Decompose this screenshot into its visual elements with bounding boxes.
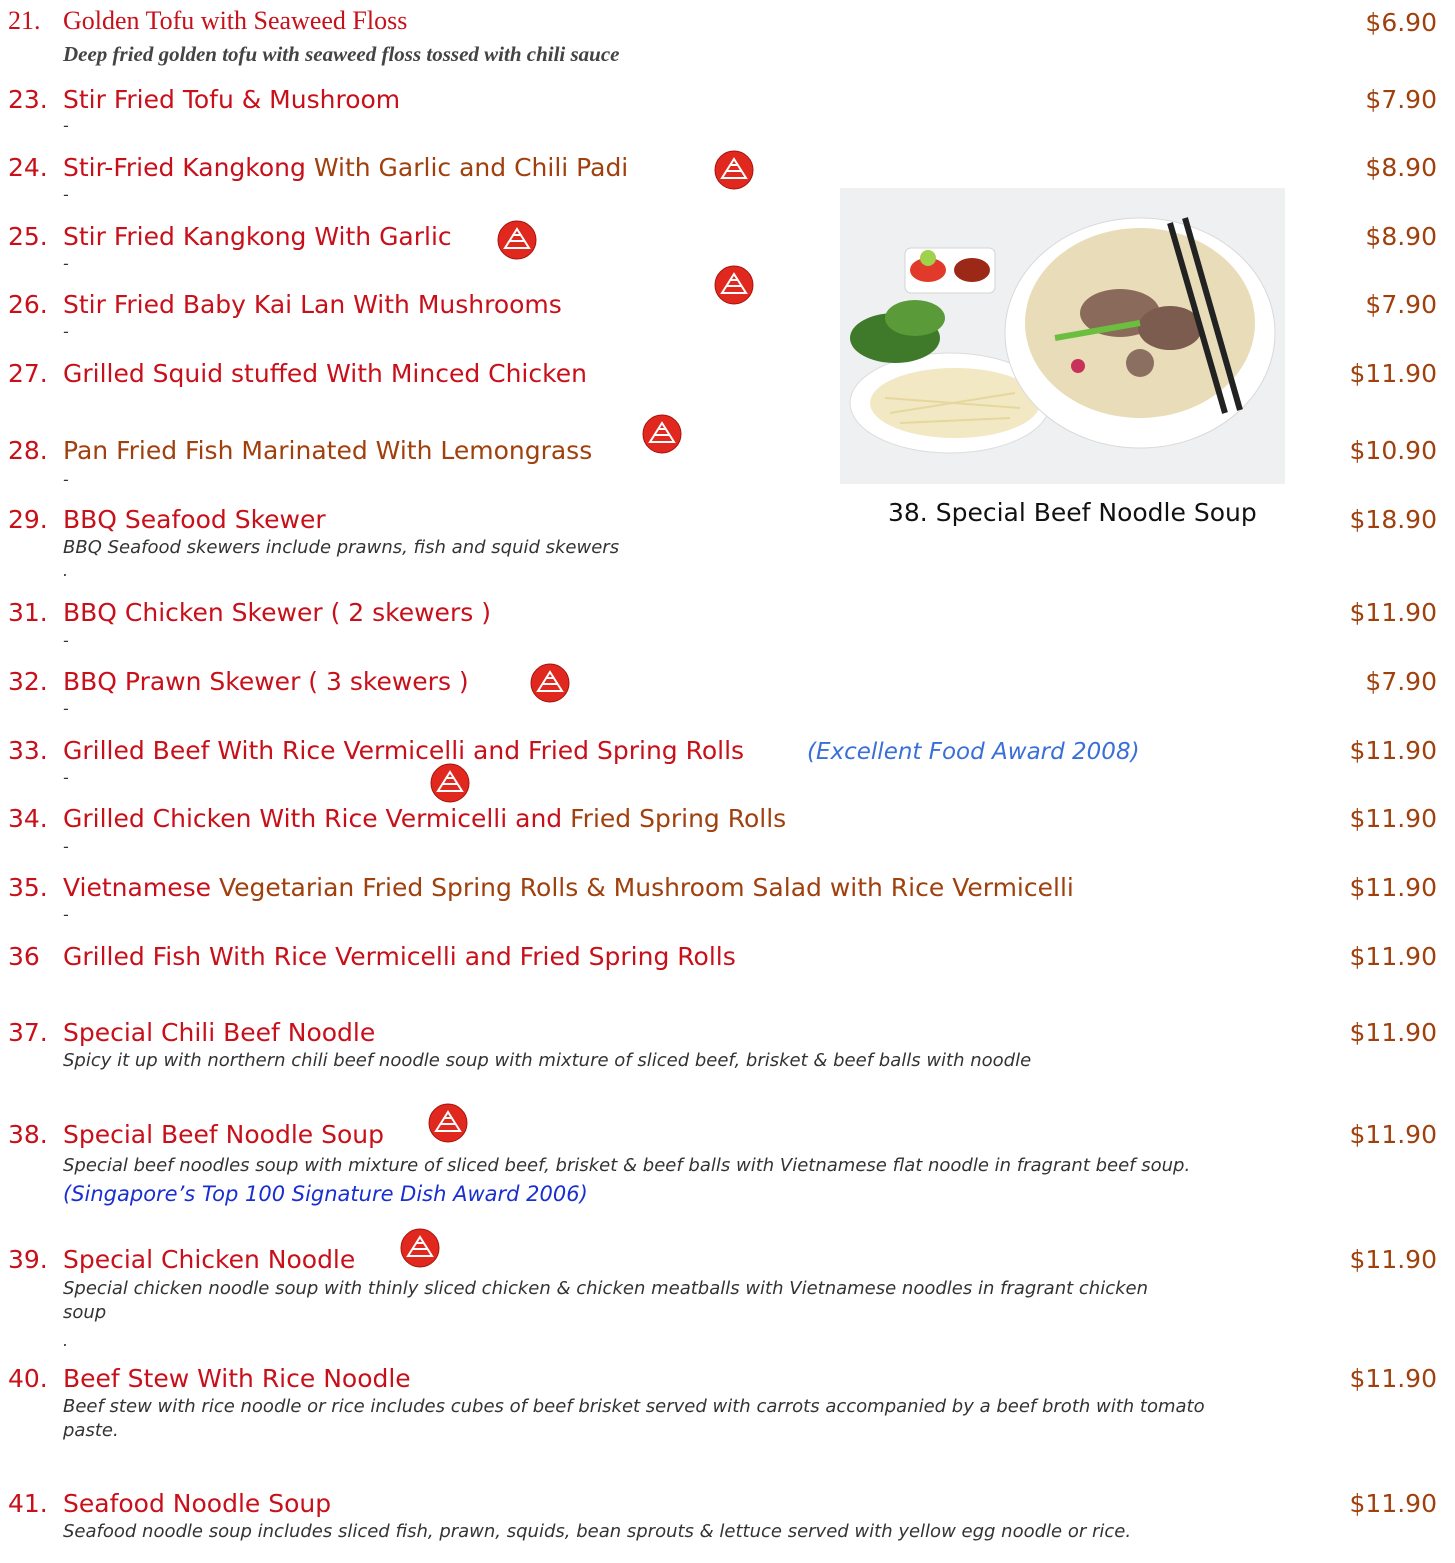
item-name-part: Grilled Chicken With Rice Vermicelli and xyxy=(63,804,563,833)
item-description: Special chicken noodle soup with thinly … xyxy=(63,1278,1149,1323)
item-name: Stir Fried Baby Kai Lan With Mushrooms xyxy=(63,290,562,319)
item-name: Grilled Beef With Rice Vermicelli and Fr… xyxy=(63,736,745,765)
healthier-choice-badge-icon xyxy=(430,763,470,803)
healthier-choice-badge-icon xyxy=(400,1228,440,1268)
item-price: $8.90 xyxy=(1365,222,1437,251)
item-number: 37. xyxy=(8,1018,48,1047)
item-dash: . xyxy=(63,561,69,580)
item-price: $7.90 xyxy=(1365,85,1437,114)
item-number: 21. xyxy=(8,6,41,35)
item-name: Grilled Fish With Rice Vermicelli and Fr… xyxy=(63,942,736,971)
item-number: 26. xyxy=(8,290,48,319)
healthier-choice-badge-icon xyxy=(428,1103,468,1143)
item-number: 31. xyxy=(8,598,48,627)
item-name: Grilled Chicken With Rice Vermicelli and… xyxy=(63,804,786,834)
item-name: Beef Stew With Rice Noodle xyxy=(63,1364,411,1393)
item-price: $11.90 xyxy=(1349,1245,1437,1274)
healthier-choice-badge-icon xyxy=(497,220,537,260)
healthier-choice-badge-icon xyxy=(714,150,754,190)
item-name: Grilled Squid stuffed With Minced Chicke… xyxy=(63,359,587,388)
healthier-choice-badge-icon xyxy=(530,663,570,703)
photo-caption: 38. Special Beef Noodle Soup xyxy=(888,498,1257,527)
healthier-choice-badge-icon xyxy=(642,414,682,454)
item-name-part: With Garlic and Chili Padi xyxy=(305,153,629,182)
item-name: Special Beef Noodle Soup xyxy=(63,1120,384,1149)
item-number: 35. xyxy=(8,873,48,902)
item-name: Special Chicken Noodle xyxy=(63,1245,356,1274)
item-name: Stir Fried Kangkong With Garlic xyxy=(63,222,452,251)
item-dash: - xyxy=(63,185,69,204)
item-name: Golden Tofu with Seaweed Floss xyxy=(63,6,408,35)
award-text: (Excellent Food Award 2008) xyxy=(807,739,1140,765)
item-number: 29. xyxy=(8,505,48,534)
item-price: $18.90 xyxy=(1349,505,1437,534)
item-price: $11.90 xyxy=(1349,804,1437,833)
item-dash: - xyxy=(63,116,69,135)
item-name: Seafood Noodle Soup xyxy=(63,1489,332,1518)
item-description: Spicy it up with northern chili beef noo… xyxy=(63,1050,1032,1071)
item-price: $6.90 xyxy=(1365,8,1437,37)
item-number: 27. xyxy=(8,359,48,388)
item-number: 39. xyxy=(8,1245,48,1274)
item-number: 28. xyxy=(8,436,48,465)
item-price: $11.90 xyxy=(1349,873,1437,902)
item-number: 32. xyxy=(8,667,48,696)
item-price: $11.90 xyxy=(1349,1364,1437,1393)
item-price: $11.90 xyxy=(1349,736,1437,765)
item-price: $11.90 xyxy=(1349,942,1437,971)
item-name: Vietnamese Vegetarian Fried Spring Rolls… xyxy=(63,873,1074,903)
item-description: BBQ Seafood skewers include prawns, fish… xyxy=(63,537,620,558)
item-price: $7.90 xyxy=(1365,290,1437,319)
item-dash: - xyxy=(63,631,69,650)
noodle-soup-illustration xyxy=(840,188,1285,484)
item-number: 40. xyxy=(8,1364,48,1393)
item-price: $11.90 xyxy=(1349,1489,1437,1518)
item-name: Stir Fried Tofu & Mushroom xyxy=(63,85,401,114)
item-dash: - xyxy=(63,768,69,787)
beef-noodle-soup-photo xyxy=(840,188,1285,484)
item-number: 38. xyxy=(8,1120,48,1149)
award-text: (Singapore’s Top 100 Signature Dish Awar… xyxy=(63,1182,588,1206)
item-description: Deep fried golden tofu with seaweed flos… xyxy=(63,42,620,66)
item-name: Special Chili Beef Noodle xyxy=(63,1018,376,1047)
item-price: $8.90 xyxy=(1365,153,1437,182)
item-dash: - xyxy=(63,254,69,273)
item-name-part: Vegetarian Fried Spring Rolls & Mushroom… xyxy=(211,873,1074,902)
item-description: Beef stew with rice noodle or rice inclu… xyxy=(63,1396,1205,1441)
item-description: Seafood noodle soup includes sliced fish… xyxy=(63,1521,1132,1542)
item-dash: - xyxy=(63,699,69,718)
item-name: BBQ Prawn Skewer ( 3 skewers ) xyxy=(63,667,469,696)
item-number: 36 xyxy=(8,942,40,971)
item-dash: - xyxy=(63,470,69,489)
item-name-part: Vietnamese xyxy=(63,873,211,902)
item-price: $11.90 xyxy=(1349,1120,1437,1149)
item-name: BBQ Seafood Skewer xyxy=(63,505,326,534)
item-number: 34. xyxy=(8,804,48,833)
item-number: 41. xyxy=(8,1489,48,1518)
item-description: Special beef noodles soup with mixture o… xyxy=(63,1151,1208,1210)
item-number: 25. xyxy=(8,222,48,251)
item-name: Pan Fried Fish Marinated With Lemongrass xyxy=(63,436,593,465)
item-price: $11.90 xyxy=(1349,1018,1437,1047)
item-description-text: Special beef noodles soup with mixture o… xyxy=(63,1155,1191,1176)
item-dash: - xyxy=(63,905,69,924)
item-price: $11.90 xyxy=(1349,359,1437,388)
item-dash: - xyxy=(63,322,69,341)
item-name-part: Stir-Fried Kangkong xyxy=(63,153,306,182)
item-price: $7.90 xyxy=(1365,667,1437,696)
item-dash: - xyxy=(63,837,69,856)
item-price: $11.90 xyxy=(1349,598,1437,627)
item-number: 23. xyxy=(8,85,48,114)
item-name: Stir-Fried Kangkong With Garlic and Chil… xyxy=(63,153,628,183)
item-name: BBQ Chicken Skewer ( 2 skewers ) xyxy=(63,598,491,627)
item-number: 24. xyxy=(8,153,48,182)
item-number: 33. xyxy=(8,736,48,765)
item-price: $10.90 xyxy=(1349,436,1437,465)
item-dash: . xyxy=(63,1331,69,1350)
item-name-part: Fried Spring Rolls xyxy=(562,804,787,833)
healthier-choice-badge-icon xyxy=(714,265,754,305)
